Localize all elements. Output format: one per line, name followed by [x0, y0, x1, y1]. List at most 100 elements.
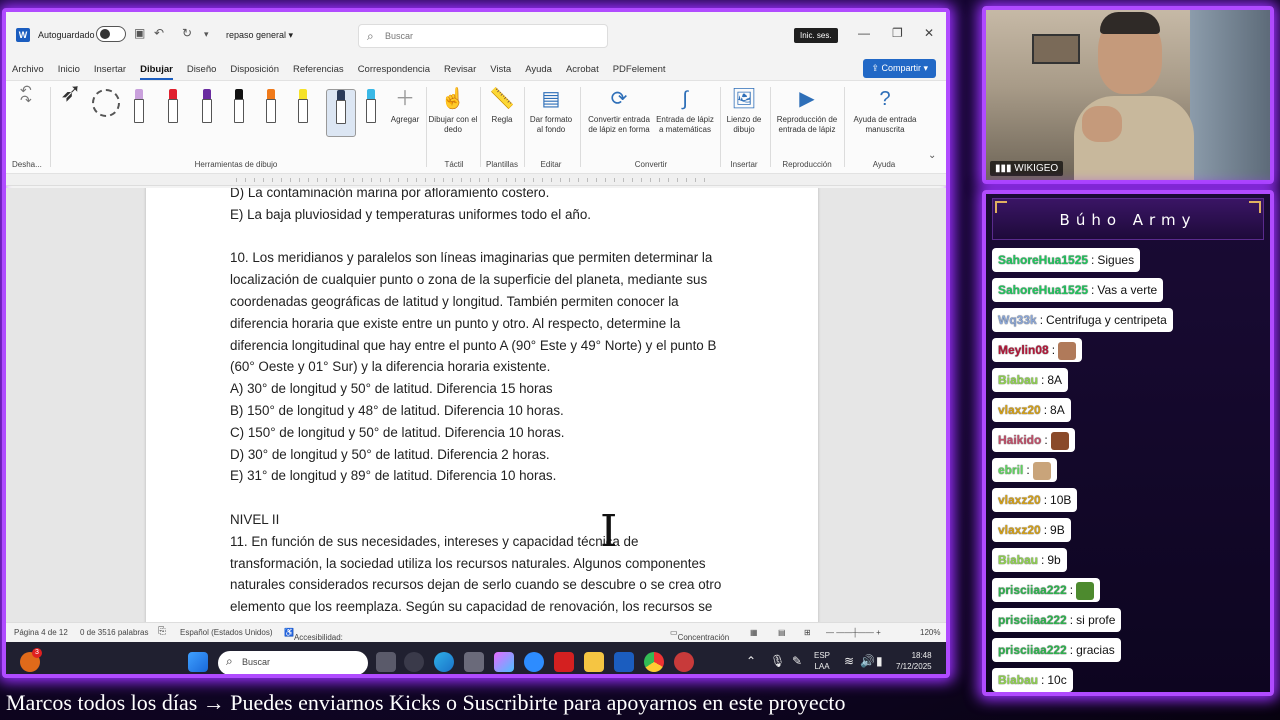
- document-line[interactable]: diferencia horaria que existe entre un p…: [230, 313, 730, 335]
- chat-username[interactable]: prisciiaa222: [998, 613, 1067, 627]
- language-label[interactable]: Español (Estados Unidos): [180, 628, 273, 637]
- document-line[interactable]: A) 30° de longitud y 50° de latitud. Dif…: [230, 378, 730, 400]
- eraser-icon[interactable]: [132, 89, 146, 125]
- drawing-canvas-button[interactable]: 🖼 Lienzo de dibujo: [722, 87, 766, 135]
- document-line[interactable]: 11. En función de sus necesidades, inter…: [230, 531, 730, 553]
- document-line[interactable]: (60° Oeste y 01° Sur) y la diferencia ho…: [230, 356, 730, 378]
- tab-referencias[interactable]: Referencias: [293, 64, 344, 75]
- edge-icon[interactable]: [434, 652, 454, 672]
- handwriting-help-button[interactable]: ? Ayuda de entrada manuscrita: [846, 87, 924, 135]
- select-pointer-icon[interactable]: ➶: [60, 79, 82, 105]
- tab-revisar[interactable]: Revisar: [444, 64, 476, 75]
- calculator-icon[interactable]: [464, 652, 484, 672]
- proofing-icon[interactable]: ⎘: [158, 626, 166, 637]
- undo-ribbon-icon[interactable]: ↶ ↷: [20, 83, 32, 107]
- tab-vista[interactable]: Vista: [490, 64, 511, 75]
- pen-cyan-icon[interactable]: [364, 89, 378, 125]
- zoom-icon[interactable]: [524, 652, 544, 672]
- undo-icon[interactable]: ↶: [154, 26, 164, 40]
- page-count[interactable]: Página 4 de 12: [14, 628, 68, 637]
- tab-inicio[interactable]: Inicio: [58, 64, 80, 75]
- language-indicator[interactable]: ESP LAA: [814, 650, 830, 672]
- chat-username[interactable]: SahoreHua1525: [998, 253, 1088, 267]
- document-line[interactable]: transformación, la sociedad utiliza los …: [230, 553, 730, 575]
- chat-username[interactable]: Haikido: [998, 433, 1041, 447]
- pen-black-icon[interactable]: [232, 89, 246, 125]
- chat-username[interactable]: Wq33k: [998, 313, 1037, 327]
- widgets-icon[interactable]: [404, 652, 424, 672]
- convert-shape-button[interactable]: ⟳ Convertir entrada de lápiz en forma: [584, 87, 654, 135]
- copilot-icon[interactable]: [494, 652, 514, 672]
- document-line[interactable]: localización de cualquier punto o zona d…: [230, 269, 730, 291]
- tab-diseno[interactable]: Diseño: [187, 64, 217, 75]
- add-pen-button[interactable]: ＋ Agregar: [390, 87, 420, 125]
- draw-finger-button[interactable]: ☝ Dibujar con el dedo: [428, 87, 478, 135]
- pdfelement-icon[interactable]: [674, 652, 694, 672]
- chat-username[interactable]: vlaxz20: [998, 523, 1041, 537]
- tab-pdfelement[interactable]: PDFelement: [613, 64, 666, 75]
- close-icon[interactable]: ✕: [924, 26, 934, 40]
- document-area[interactable]: D) La contaminación marina por afloramie…: [6, 188, 946, 624]
- web-layout-icon[interactable]: ⊞: [804, 628, 811, 637]
- ink-replay-button[interactable]: ▶ Reproducción de entrada de lápiz: [772, 87, 842, 135]
- document-line[interactable]: E) La baja pluviosidad y temperaturas un…: [230, 204, 730, 226]
- redo-icon[interactable]: ↻: [182, 26, 192, 40]
- task-view-icon[interactable]: [376, 652, 396, 672]
- signin-button[interactable]: Inic. ses.: [794, 28, 838, 43]
- document-line[interactable]: diferencia longitudinal que hay entre el…: [230, 335, 730, 357]
- chat-username[interactable]: vlaxz20: [998, 493, 1041, 507]
- volume-icon[interactable]: 🔊: [860, 654, 875, 668]
- tab-correspondencia[interactable]: Correspondencia: [358, 64, 430, 75]
- share-button[interactable]: ⇪ Compartir ▾: [863, 59, 936, 78]
- document-line[interactable]: elemento que los reemplaza. Según su cap…: [230, 596, 730, 618]
- minimize-icon[interactable]: —: [858, 26, 870, 40]
- chat-username[interactable]: SahoreHua1525: [998, 283, 1088, 297]
- wifi-icon[interactable]: ≋: [844, 654, 854, 668]
- document-line[interactable]: [230, 487, 730, 509]
- document-line[interactable]: [230, 226, 730, 248]
- chat-username[interactable]: prisciiaa222: [998, 583, 1067, 597]
- tab-insertar[interactable]: Insertar: [94, 64, 126, 75]
- tab-ayuda[interactable]: Ayuda: [525, 64, 552, 75]
- document-line[interactable]: D) La contaminación marina por afloramie…: [230, 188, 730, 204]
- search-input[interactable]: ⌕ Buscar: [358, 24, 608, 48]
- word-count[interactable]: 0 de 3516 palabras: [80, 628, 149, 637]
- document-line[interactable]: coordenadas geográficas de latitud y lon…: [230, 291, 730, 313]
- pen-purple-icon[interactable]: [200, 89, 214, 125]
- tab-disposicion[interactable]: Disposición: [230, 64, 279, 75]
- print-layout-icon[interactable]: ▤: [778, 628, 786, 637]
- microphone-icon[interactable]: 🎙: [770, 654, 785, 668]
- document-line[interactable]: naturales considerados recursos dejan de…: [230, 574, 730, 596]
- collapse-ribbon-icon[interactable]: ⌄: [928, 151, 936, 161]
- file-explorer-icon[interactable]: [584, 652, 604, 672]
- pencil-selected-icon[interactable]: [326, 89, 356, 137]
- tab-dibujar[interactable]: Dibujar: [140, 64, 173, 80]
- zoom-level[interactable]: 120%: [920, 628, 940, 637]
- tray-chevron-icon[interactable]: ⌃: [746, 654, 756, 668]
- chat-username[interactable]: Biabau: [998, 673, 1038, 687]
- accessibility-status[interactable]: ♿ Accesibilidad: es necesario investigar: [284, 628, 343, 660]
- document-line[interactable]: D) 30° de longitud y 50° de latitud. Dif…: [230, 444, 730, 466]
- document-line[interactable]: 10. Los meridianos y paralelos son línea…: [230, 247, 730, 269]
- clock[interactable]: 18:48 7/12/2025: [896, 650, 932, 672]
- chrome-icon[interactable]: [644, 652, 664, 672]
- taskbar-search-input[interactable]: ⌕ Buscar: [218, 651, 368, 674]
- restore-icon[interactable]: ❐: [892, 26, 903, 40]
- acrobat-icon[interactable]: [554, 652, 574, 672]
- word-taskbar-icon[interactable]: [614, 652, 634, 672]
- document-name[interactable]: repaso general ▾: [226, 30, 293, 41]
- chat-username[interactable]: Biabau: [998, 553, 1038, 567]
- chat-username[interactable]: prisciiaa222: [998, 643, 1067, 657]
- chat-username[interactable]: vlaxz20: [998, 403, 1041, 417]
- document-page[interactable]: D) La contaminación marina por afloramie…: [146, 188, 818, 624]
- pen-red-icon[interactable]: [166, 89, 180, 125]
- document-line[interactable]: C) 150° de longitud y 50° de latitud. Di…: [230, 422, 730, 444]
- chat-username[interactable]: ebril: [998, 463, 1023, 477]
- save-icon[interactable]: ▣: [134, 26, 145, 40]
- document-line[interactable]: B) 150° de longitud y 48° de latitud. Di…: [230, 400, 730, 422]
- focus-mode[interactable]: ▭ Concentración: [670, 628, 729, 642]
- document-line[interactable]: NIVEL II: [230, 509, 730, 531]
- chat-username[interactable]: Meylin08: [998, 343, 1049, 357]
- customize-qa-icon[interactable]: ▾: [204, 29, 209, 40]
- read-mode-icon[interactable]: ▦: [750, 628, 758, 637]
